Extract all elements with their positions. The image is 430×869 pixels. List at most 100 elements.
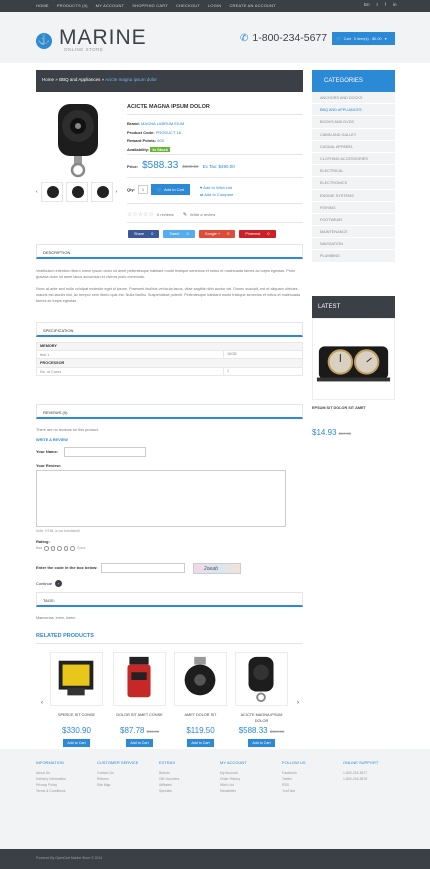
spec-key: No. of Cores <box>37 367 224 375</box>
old-price: $589.50 <box>269 729 285 734</box>
footer-link[interactable]: Newsletter <box>220 788 275 794</box>
top-link-checkout[interactable]: Checkout <box>176 3 200 8</box>
sidebar-item-books[interactable]: Books and DVDs <box>312 116 395 129</box>
sidebar-item-plumbing[interactable]: Plumbing <box>312 250 395 263</box>
footer-link[interactable]: YouTube <box>282 788 337 794</box>
add-to-cart-button[interactable]: Add to Cart <box>126 739 153 747</box>
add-to-compare-link[interactable]: ⇄ Add to Compare <box>200 191 233 198</box>
top-link-cart[interactable]: Shopping Cart <box>132 3 168 8</box>
quantity-input[interactable]: 1 <box>138 185 148 194</box>
facebook-share-button[interactable]: Share 0 <box>128 230 160 238</box>
chevron-left-icon[interactable]: ‹ <box>41 700 43 706</box>
rating-radio-1[interactable] <box>44 546 49 551</box>
add-to-cart-button[interactable]: 🛒 Add to Cart <box>151 184 191 195</box>
top-link-register[interactable]: Create an Account <box>229 3 275 8</box>
add-to-wishlist-link[interactable]: ♥ Add to Wish List <box>200 184 233 191</box>
description-paragraph: Vestibulum interdum libero lorem ipsum d… <box>36 269 296 279</box>
top-link-products[interactable]: Products (0) <box>57 3 88 8</box>
footer-link[interactable]: Terms & Conditions <box>36 788 91 794</box>
footer-link[interactable]: Site Map <box>97 782 152 788</box>
pinterest-button[interactable]: Pinterest 0 <box>239 230 276 238</box>
linkedin-icon[interactable]: in <box>393 2 397 7</box>
tweet-button[interactable]: Tweet 0 <box>163 230 195 238</box>
sidebar-item-anchors[interactable]: Anchors and Docks <box>312 92 395 105</box>
cart-icon: 🛒 <box>336 37 341 41</box>
breadcrumb-home[interactable]: Home <box>42 77 54 82</box>
sidebar-item-footwear[interactable]: Footwear <box>312 213 395 227</box>
product-image[interactable] <box>174 652 227 706</box>
latest-product-name[interactable]: EPSUM SIT DOLOR SIT AMET <box>312 406 366 410</box>
divider <box>127 177 303 178</box>
top-link-login[interactable]: Login <box>208 3 221 8</box>
thumbnail[interactable] <box>40 182 63 202</box>
thumbnail[interactable] <box>90 182 113 202</box>
footer-link[interactable]: Specials <box>159 788 214 794</box>
add-to-cart-button[interactable]: Add to Cart <box>187 739 214 747</box>
quantity-row: Qty: 1 🛒 Add to Cart <box>127 184 191 195</box>
price-value: $14.93 <box>312 428 337 437</box>
divider <box>127 203 303 204</box>
captcha-input[interactable] <box>101 563 185 573</box>
sidebar-item-engine[interactable]: Engine Systems <box>312 189 395 202</box>
breadcrumb-separator: » <box>55 77 58 82</box>
latest-product-image[interactable] <box>312 318 395 400</box>
language-select[interactable]: En <box>364 2 370 7</box>
chevron-right-icon[interactable]: › <box>116 189 118 195</box>
footer-column: My Account My Account Order History Wish… <box>220 760 275 794</box>
spec-value: 1 <box>227 369 230 374</box>
top-link-home[interactable]: Home <box>36 3 49 8</box>
availability-label: Availability: <box>127 146 150 152</box>
sidebar-item-electronics[interactable]: Electronics <box>312 177 395 190</box>
product-name[interactable]: DOLOR SIT AMET CONSE <box>113 713 166 725</box>
reviews-count[interactable]: 0 reviews <box>157 212 174 217</box>
name-input[interactable] <box>64 447 146 457</box>
product-price: $119.50 <box>174 726 227 735</box>
product-image[interactable] <box>235 652 288 706</box>
product-image[interactable] <box>113 652 166 706</box>
tab-description[interactable]: DESCRIPTION <box>36 244 303 259</box>
product-name[interactable]: AMET DOLOR SIT <box>174 713 227 725</box>
breadcrumb-parent[interactable]: BBQ and Appliances <box>59 77 100 82</box>
tab-specification[interactable]: SPECIFICATION <box>36 322 303 337</box>
tab-reviews[interactable]: REVIEWS (0) <box>36 404 303 419</box>
product-image[interactable] <box>50 652 103 706</box>
chevron-right-icon[interactable]: › <box>297 700 299 706</box>
rating-bad-label: Bad <box>36 546 43 551</box>
sidebar-item-clothing[interactable]: Clothing Accessories <box>312 152 395 166</box>
rating-radio-2[interactable] <box>50 546 56 551</box>
review-textarea[interactable] <box>36 470 286 527</box>
sidebar-item-casual[interactable]: Casual Apparel <box>312 140 395 153</box>
tab-tags[interactable]: TAGS: <box>36 592 303 607</box>
captcha-label: Enter the code in the box below: <box>36 565 98 570</box>
cart-summary: 0 item(s) - $0.00 <box>353 36 382 41</box>
product-main-image[interactable] <box>36 100 120 180</box>
google-plus-button[interactable]: Google + 0 <box>198 230 236 238</box>
spec-value: 16GB <box>227 352 237 357</box>
twitter-icon[interactable]: t <box>377 2 378 7</box>
add-to-cart-button[interactable]: Add to Cart <box>63 739 90 747</box>
top-link-account[interactable]: My Account <box>96 3 125 8</box>
product-specs: Brand: MAGNA LABRUM EIUM Product Code: P… <box>127 120 184 154</box>
sidebar-item-maintenance[interactable]: Maintenance <box>312 226 395 239</box>
rating-radio-3[interactable] <box>57 546 62 551</box>
product-name[interactable]: ACICTE MAGNA IPSUM DOLOR <box>235 713 288 725</box>
continue-button[interactable]: Continue › <box>36 580 63 587</box>
sidebar-item-navigation[interactable]: Navigation <box>312 238 395 251</box>
cart-button[interactable]: 🛒 Cart 0 item(s) - $0.00 ▾ <box>332 32 395 45</box>
sidebar-item-cabin[interactable]: Cabin and Galley <box>312 128 395 141</box>
spec-group: MEMORY <box>36 342 303 351</box>
add-to-cart-button[interactable]: Add to Cart <box>248 739 275 747</box>
footer-heading: Online Support <box>343 760 379 765</box>
product-name[interactable]: SPERCE SIT CONSE <box>50 713 103 725</box>
rating-radio-5[interactable] <box>70 546 75 551</box>
sidebar-item-electrical[interactable]: Electrical <box>312 165 395 178</box>
facebook-icon[interactable]: f <box>385 2 386 7</box>
anchor-icon[interactable]: ⚓ <box>36 33 52 49</box>
write-review-link[interactable]: Write a review <box>190 212 215 217</box>
sidebar-item-bbq[interactable]: BBQ and Appliances <box>312 104 395 117</box>
thumbnail[interactable] <box>65 182 88 202</box>
chevron-left-icon[interactable]: ‹ <box>36 189 38 195</box>
sidebar-item-fishing[interactable]: Fishing <box>312 201 395 214</box>
brand-link[interactable]: MAGNA LABRUM EIUM <box>141 121 184 126</box>
rating-radio-4[interactable] <box>63 546 69 551</box>
